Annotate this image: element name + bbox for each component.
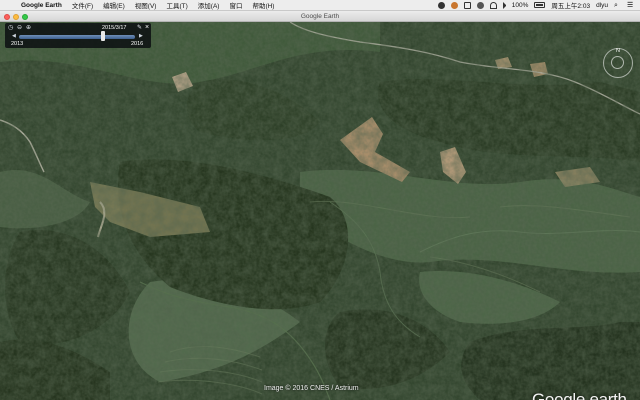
menu-tools[interactable]: 工具(T): [161, 0, 192, 10]
settings-wrench-icon[interactable]: ✎: [137, 25, 142, 32]
volume-icon[interactable]: [502, 1, 506, 9]
close-slider-icon[interactable]: ×: [145, 24, 149, 31]
record-icon[interactable]: [437, 1, 445, 9]
wifi-icon[interactable]: [489, 1, 497, 9]
menu-file[interactable]: 文件(F): [67, 0, 98, 10]
zoom-out-icon[interactable]: ⊖: [17, 25, 22, 32]
compass-north-label: N: [616, 48, 620, 54]
sync-icon[interactable]: [476, 1, 484, 9]
time-slider-thumb[interactable]: [100, 31, 105, 41]
menu-app-name[interactable]: Google Earth: [16, 2, 67, 9]
window-titlebar: Google Earth: [0, 11, 640, 22]
spotlight-icon[interactable]: ⌕: [614, 2, 621, 9]
menu-help[interactable]: 帮助(H): [247, 0, 279, 10]
google-earth-logo: Google earth: [532, 390, 627, 400]
time-slider-track[interactable]: [19, 35, 135, 39]
historical-imagery-slider: ◷ ⊖ ⊕ 2015/3/17 ✎ × ◀ ▶ 2013 2016: [5, 23, 151, 48]
compass-ring[interactable]: [611, 56, 624, 69]
imagery-attribution: Image © 2016 CNES / Astrium: [264, 385, 359, 392]
previous-date-icon[interactable]: ◀: [12, 33, 16, 39]
clock-icon[interactable]: ◷: [8, 25, 13, 32]
imagery-date: 2015/3/17: [102, 25, 127, 31]
user-name[interactable]: dlyu: [596, 2, 608, 9]
satellite-imagery: [0, 22, 640, 400]
menu-edit[interactable]: 编辑(E): [98, 0, 130, 10]
app-status-icon[interactable]: [450, 1, 458, 9]
next-date-icon[interactable]: ▶: [139, 33, 143, 39]
battery-icon[interactable]: [534, 2, 546, 8]
zoom-in-icon[interactable]: ⊕: [26, 25, 31, 32]
window-title: Google Earth: [300, 13, 340, 20]
battery-percent: 100%: [511, 1, 529, 9]
menu-view[interactable]: 视图(V): [130, 0, 162, 10]
slider-end-year: 2016: [131, 41, 144, 47]
map-view[interactable]: N Image © 2016 CNES / Astrium Google ear…: [0, 22, 640, 400]
notification-center-icon[interactable]: ☰: [627, 2, 634, 9]
clock[interactable]: 周五上午2:03: [551, 0, 590, 10]
slider-start-year: 2013: [11, 41, 24, 47]
menu-add[interactable]: 添加(A): [193, 0, 225, 10]
menu-window[interactable]: 窗口: [224, 0, 247, 10]
display-icon[interactable]: [463, 1, 471, 9]
menu-bar: Google Earth 文件(F) 编辑(E) 视图(V) 工具(T) 添加(…: [0, 0, 640, 11]
navigation-compass[interactable]: N: [603, 48, 633, 78]
